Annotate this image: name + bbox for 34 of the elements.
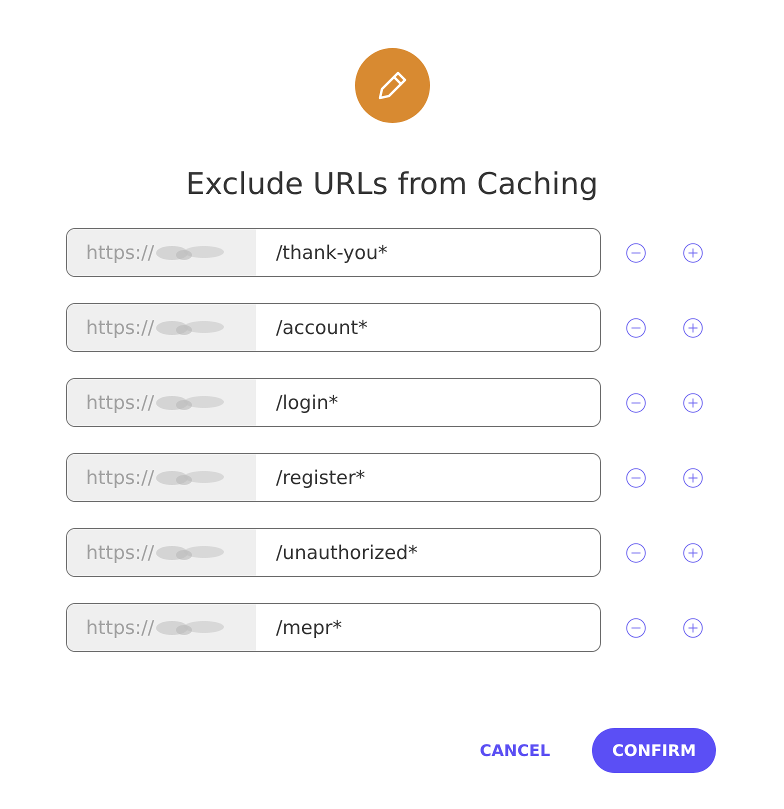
add-icon[interactable] bbox=[683, 542, 703, 562]
remove-icon[interactable] bbox=[626, 242, 646, 262]
url-prefix: https:// bbox=[86, 242, 154, 264]
url-field[interactable]: https:// /mepr* bbox=[66, 603, 601, 652]
url-path: /thank-you* bbox=[275, 240, 388, 266]
add-icon[interactable] bbox=[683, 468, 703, 488]
cancel-button[interactable]: CANCEL bbox=[476, 733, 554, 768]
remove-icon[interactable] bbox=[626, 468, 646, 488]
url-path: /register* bbox=[275, 466, 366, 490]
dialog-title: Exclude URLs from Caching bbox=[184, 166, 600, 204]
remove-icon[interactable] bbox=[626, 618, 646, 638]
add-icon[interactable] bbox=[683, 242, 703, 262]
add-icon[interactable] bbox=[683, 392, 703, 412]
url-prefix: https:// bbox=[86, 316, 154, 338]
pencil-icon bbox=[354, 48, 430, 123]
url-field[interactable]: https:// /thank-you* bbox=[66, 228, 601, 277]
url-prefix: https:// bbox=[86, 466, 154, 488]
url-path: /mepr* bbox=[275, 616, 342, 640]
url-field[interactable]: https:// /unauthorized* bbox=[66, 528, 601, 577]
url-field[interactable]: https:// /account* bbox=[66, 303, 601, 352]
remove-icon[interactable] bbox=[626, 542, 646, 562]
remove-icon[interactable] bbox=[626, 318, 646, 338]
url-path: /login* bbox=[275, 390, 338, 416]
url-prefix: https:// bbox=[86, 392, 154, 414]
url-field[interactable]: https:// /register* bbox=[66, 453, 601, 502]
url-field[interactable]: https:// /login* bbox=[66, 378, 601, 427]
confirm-button[interactable]: CONFIRM bbox=[592, 728, 716, 773]
url-prefix: https:// bbox=[86, 542, 154, 564]
add-icon[interactable] bbox=[683, 618, 703, 638]
url-path: /account* bbox=[275, 316, 368, 340]
remove-icon[interactable] bbox=[626, 392, 646, 412]
add-icon[interactable] bbox=[683, 318, 703, 338]
url-prefix: https:// bbox=[86, 616, 154, 638]
url-path: /unauthorized* bbox=[275, 540, 418, 566]
